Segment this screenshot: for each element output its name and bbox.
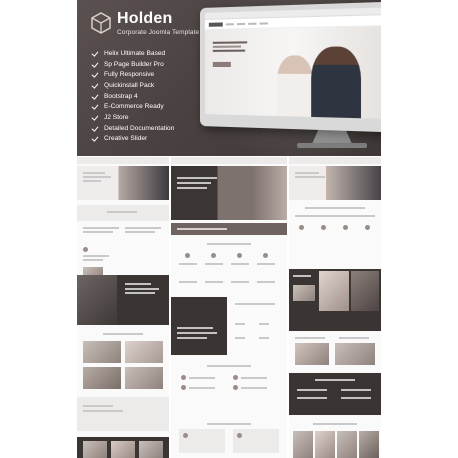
feature-item: Helix Ultimate Based xyxy=(91,48,174,59)
monitor-mockup xyxy=(200,1,381,132)
feature-item: J2 Store xyxy=(91,112,174,123)
preview-column-3 xyxy=(289,157,381,458)
feature-label: J2 Store xyxy=(104,114,129,121)
feature-item: Detailed Documentation xyxy=(91,123,174,134)
feature-item: Sp Page Builder Pro xyxy=(91,59,174,70)
product-name: Holden xyxy=(117,10,172,28)
person-photo xyxy=(277,55,314,117)
person-photo xyxy=(311,46,361,118)
feature-label: Quickinstall Pack xyxy=(104,82,154,89)
check-icon xyxy=(91,93,98,100)
check-icon xyxy=(91,71,98,78)
feature-label: Helix Ultimate Based xyxy=(104,50,165,57)
product-subtitle: Corporate Joomla Template xyxy=(117,29,199,36)
template-showcase: Holden Corporate Joomla Template Helix U… xyxy=(0,0,458,458)
check-icon xyxy=(91,135,98,142)
feature-item: Quickinstall Pack xyxy=(91,80,174,91)
site-hero-preview xyxy=(205,26,381,119)
feature-label: Bootstrap 4 xyxy=(104,93,138,100)
feature-label: E-Commerce Ready xyxy=(104,103,164,110)
feature-item: E-Commerce Ready xyxy=(91,101,174,112)
monitor-screen xyxy=(205,7,381,119)
check-icon xyxy=(91,114,98,121)
preview-column-2 xyxy=(171,157,287,458)
check-icon xyxy=(91,125,98,132)
check-icon xyxy=(91,50,98,57)
feature-label: Detailed Documentation xyxy=(104,125,174,132)
feature-item: Bootstrap 4 xyxy=(91,91,174,102)
check-icon xyxy=(91,82,98,89)
feature-label: Creative Slider xyxy=(104,135,147,142)
feature-label: Sp Page Builder Pro xyxy=(104,61,164,68)
feature-list: Helix Ultimate Based Sp Page Builder Pro… xyxy=(91,48,174,144)
feature-item: Fully Responsive xyxy=(91,69,174,80)
preview-column-1 xyxy=(77,157,169,458)
check-icon xyxy=(91,103,98,110)
check-icon xyxy=(91,61,98,68)
monitor-base xyxy=(297,143,367,148)
feature-item: Creative Slider xyxy=(91,134,174,145)
hexagon-cube-logo xyxy=(91,12,111,34)
feature-label: Fully Responsive xyxy=(104,71,154,78)
hero-banner: Holden Corporate Joomla Template Helix U… xyxy=(77,0,381,156)
